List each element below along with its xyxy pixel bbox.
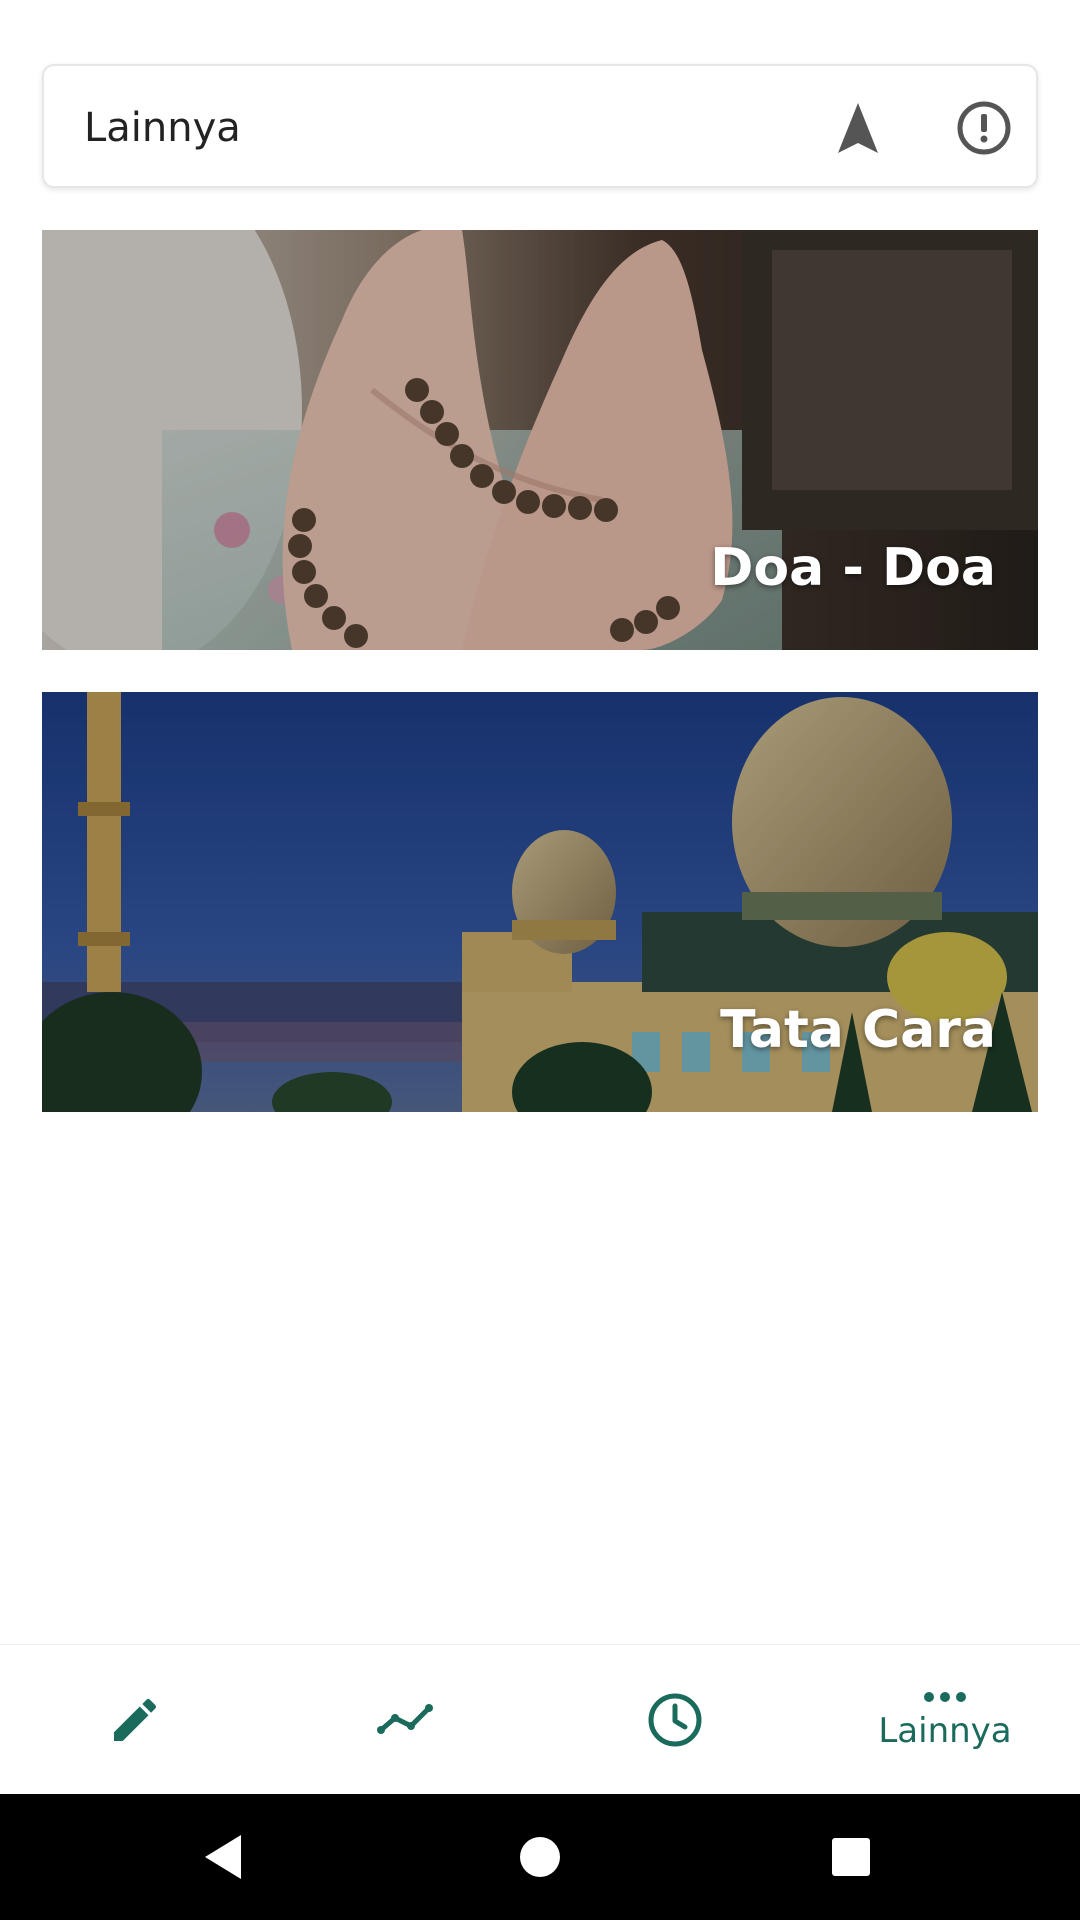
alert-circle-icon xyxy=(957,101,1011,155)
home-circle-icon xyxy=(520,1837,560,1877)
recents-square-icon xyxy=(832,1838,870,1876)
doa-banner[interactable]: Doa - Doa xyxy=(42,230,1038,650)
nav-item-history[interactable] xyxy=(540,1645,810,1794)
app-header: Lainnya xyxy=(42,64,1038,188)
system-navigation-bar xyxy=(0,1794,1080,1920)
nav-item-more-label: Lainnya xyxy=(878,1710,1012,1751)
clock-icon xyxy=(648,1693,702,1746)
navigation-arrow-icon xyxy=(838,103,878,153)
screen: Lainnya Doa - Doa Tata Cara Lainnya xyxy=(0,0,1080,1920)
tata-cara-banner-label: Tata Cara xyxy=(720,1000,996,1060)
system-back-button[interactable] xyxy=(190,1824,256,1890)
system-home-button[interactable] xyxy=(507,1824,573,1890)
page-title: Lainnya xyxy=(84,105,241,151)
more-horizontal-icon xyxy=(924,1691,966,1702)
bottom-navigation: Lainnya xyxy=(0,1644,1080,1794)
tata-cara-banner[interactable]: Tata Cara xyxy=(42,692,1038,1112)
nav-item-statistics[interactable] xyxy=(270,1645,540,1794)
nav-item-write[interactable] xyxy=(0,1645,270,1794)
trend-line-icon xyxy=(377,1703,433,1734)
pencil-icon xyxy=(114,1698,157,1741)
nav-item-more[interactable]: Lainnya xyxy=(810,1645,1080,1794)
info-button[interactable] xyxy=(952,96,1016,160)
navigation-button[interactable] xyxy=(826,96,890,160)
doa-banner-label: Doa - Doa xyxy=(710,538,996,598)
system-recents-button[interactable] xyxy=(818,1824,884,1890)
back-triangle-icon xyxy=(205,1835,241,1879)
